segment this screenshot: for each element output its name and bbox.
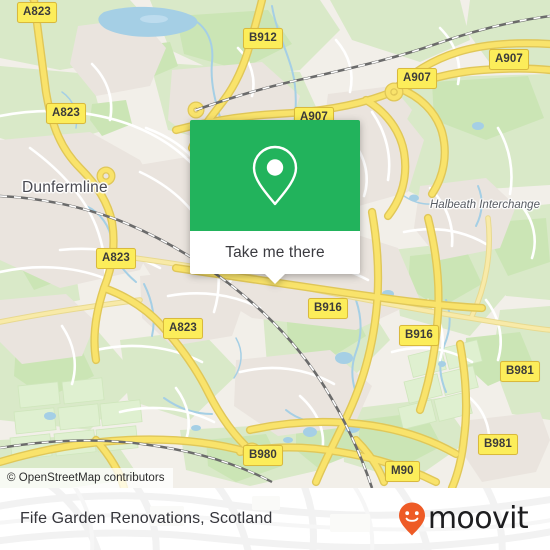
callout-label: Take me there	[225, 243, 325, 261]
road-shield-a823[interactable]: A823	[17, 2, 57, 23]
road-shield-b916[interactable]: B916	[308, 298, 348, 319]
callout-pointer-tail	[264, 273, 286, 284]
moovit-wordmark: moovit	[427, 501, 529, 536]
callout-icon-panel	[190, 120, 360, 231]
map-attribution[interactable]: © OpenStreetMap contributors	[0, 468, 173, 488]
attribution-text: © OpenStreetMap contributors	[7, 472, 165, 484]
footer-title: Fife Garden Renovations, Scotland	[20, 510, 273, 527]
footer-content: Fife Garden Renovations, Scotland moovit	[0, 488, 550, 550]
road-shield-a907-ne[interactable]: A907	[489, 49, 529, 70]
map-pin-icon	[252, 145, 298, 205]
road-shield-b981[interactable]: B981	[500, 361, 540, 382]
footer-bar: Fife Garden Renovations, Scotland moovit	[0, 488, 550, 550]
road-shield-m90[interactable]: M90	[385, 461, 420, 482]
road-shield-b981-s[interactable]: B981	[478, 434, 518, 455]
moovit-map-page: Dunfermline Halbeath Interchange A823 B9…	[0, 0, 550, 550]
map-canvas[interactable]: Dunfermline Halbeath Interchange A823 B9…	[0, 0, 550, 488]
road-shield-a823-s[interactable]: A823	[163, 318, 203, 339]
road-shield-b916-e[interactable]: B916	[399, 325, 439, 346]
moovit-brand[interactable]: moovit	[397, 501, 529, 537]
road-shield-b980[interactable]: B980	[243, 445, 283, 466]
road-shield-a823-w[interactable]: A823	[96, 248, 136, 269]
road-shield-a823-nw[interactable]: A823	[46, 103, 86, 124]
road-shield-a907[interactable]: A907	[397, 68, 437, 89]
moovit-smiley-pin-icon	[398, 502, 425, 536]
road-shield-b912[interactable]: B912	[243, 28, 283, 49]
take-me-there-callout[interactable]: Take me there	[190, 120, 360, 284]
callout-action-panel[interactable]: Take me there	[190, 231, 360, 284]
